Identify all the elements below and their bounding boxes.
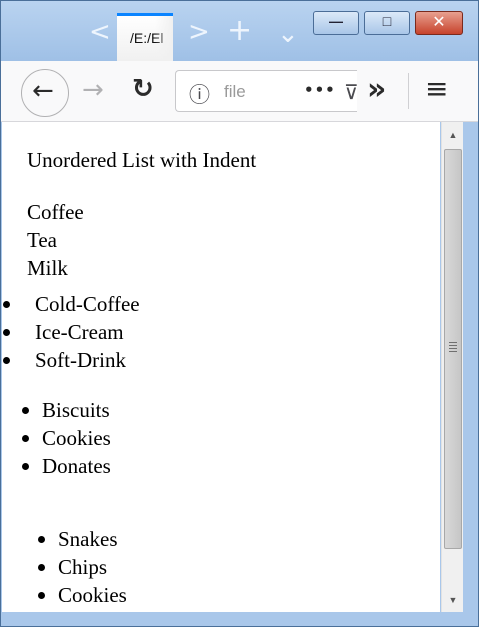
minimize-icon: —: [329, 13, 343, 29]
list-item-no-indent: Cold-Coffee: [35, 292, 140, 316]
list-bullet: [3, 357, 10, 364]
scroll-grip: [449, 342, 457, 343]
back-button[interactable]: ←: [21, 69, 69, 117]
list-item-no-indent: Ice-Cream: [35, 320, 124, 344]
page-actions-icon[interactable]: •••: [304, 81, 336, 99]
toolbar-separator: [408, 73, 409, 109]
maximize-button[interactable]: □: [364, 11, 410, 35]
list-bullet: [38, 564, 45, 571]
tab-scroll-left-icon[interactable]: <: [89, 19, 111, 45]
forward-button[interactable]: →: [82, 75, 104, 105]
minimize-button[interactable]: —: [313, 11, 359, 35]
list-bullet: [38, 536, 45, 543]
list-bullet: [3, 301, 10, 308]
scrollbar-thumb[interactable]: [444, 149, 462, 549]
list-bullet: [22, 435, 29, 442]
list-item-no-indent: Soft-Drink: [35, 348, 126, 372]
list-item-indented: Snakes: [58, 527, 118, 551]
list-item-indented: Chips: [58, 555, 108, 579]
plain-list-item: Milk: [27, 256, 68, 280]
list-bullet: [38, 592, 45, 599]
list-bullet: [3, 329, 10, 336]
back-arrow-icon: ←: [32, 76, 54, 106]
list-bullet: [22, 463, 29, 470]
scroll-up-arrow-icon[interactable]: ▲: [442, 130, 464, 140]
list-item-default: Biscuits: [42, 398, 110, 422]
window-frame-bottom: [1, 612, 478, 626]
list-item-indented: Cookies: [58, 583, 127, 607]
browser-window: < /E:/El > + ⌄ — □ ✕ ← → ↻ ⓘ file ••• ⊽ …: [0, 0, 479, 627]
url-text: file: [224, 82, 246, 101]
maximize-icon: □: [382, 13, 392, 29]
reload-button[interactable]: ↻: [132, 74, 154, 104]
pocket-icon[interactable]: ⊽: [344, 80, 357, 104]
new-tab-button[interactable]: +: [227, 16, 252, 46]
list-item-default: Cookies: [42, 426, 111, 450]
url-bar[interactable]: ⓘ file ••• ⊽: [175, 70, 357, 112]
plain-list-item: Tea: [27, 228, 58, 252]
tab-title-fade: [155, 16, 173, 61]
site-info-icon[interactable]: ⓘ: [189, 79, 210, 109]
close-icon: ✕: [432, 14, 446, 31]
scroll-down-arrow-icon[interactable]: ▼: [442, 595, 464, 605]
title-bar: < /E:/El > + ⌄ — □ ✕: [1, 1, 478, 61]
tab-list-chevron-down-icon[interactable]: ⌄: [277, 21, 299, 47]
overflow-chevron-icon[interactable]: »: [367, 72, 386, 107]
scroll-grip: [449, 345, 457, 346]
page-heading: Unordered List with Indent: [27, 148, 257, 172]
window-frame-right: [463, 122, 478, 626]
vertical-scrollbar[interactable]: ▲ ▼: [441, 122, 463, 612]
browser-tab[interactable]: /E:/El: [117, 13, 173, 61]
hamburger-menu-icon[interactable]: ≡: [425, 72, 448, 105]
scroll-grip: [449, 351, 457, 352]
nav-toolbar: ← → ↻ ⓘ file ••• ⊽ » ≡: [1, 61, 478, 122]
list-bullet: [22, 407, 29, 414]
page-content: Unordered List with Indent Coffee Tea Mi…: [2, 122, 440, 612]
close-button[interactable]: ✕: [415, 11, 463, 35]
scroll-grip: [449, 348, 457, 349]
tab-scroll-right-icon[interactable]: >: [188, 19, 210, 45]
plain-list-item: Coffee: [27, 200, 84, 224]
list-item-default: Donates: [42, 454, 111, 478]
